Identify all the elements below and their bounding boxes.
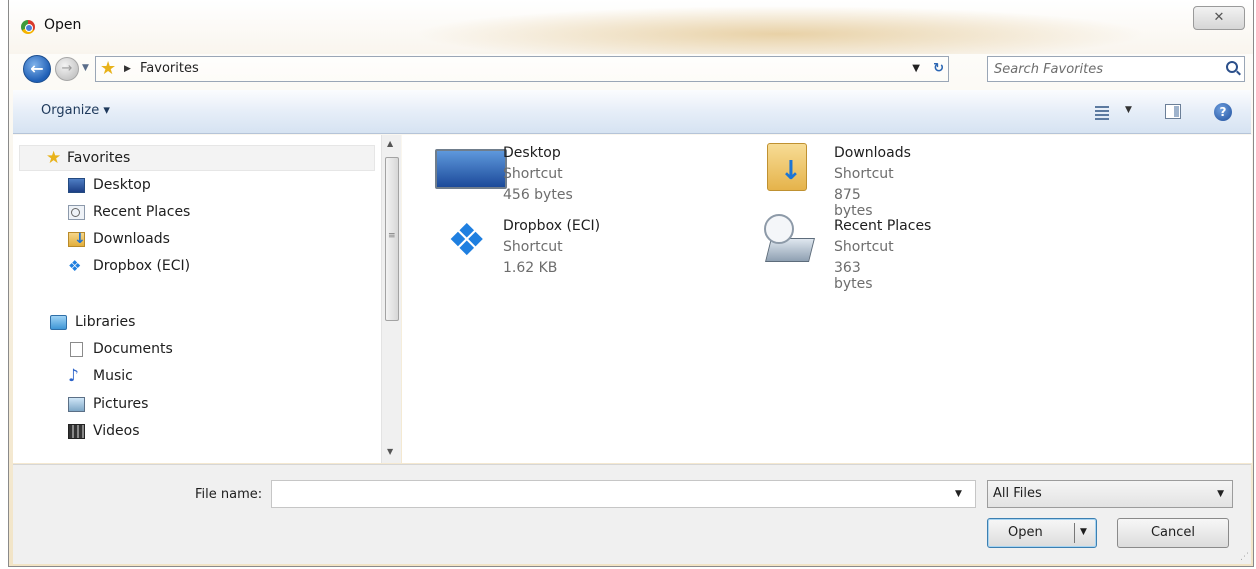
search-icon[interactable] [1226, 61, 1238, 73]
cancel-button[interactable]: Cancel [1117, 518, 1229, 548]
preview-pane-icon[interactable] [1165, 104, 1181, 119]
sidebar-item-dropbox[interactable]: ❖ Dropbox (ECI) [13, 254, 373, 280]
navigation-scrollbar[interactable]: ▲ ≡ ▼ [381, 135, 401, 463]
view-options-dropdown-icon[interactable]: ▼ [1125, 105, 1132, 115]
sidebar-item-documents[interactable]: Documents [13, 337, 373, 363]
split-divider [1074, 523, 1075, 543]
organize-button[interactable]: Organize ▾ [41, 103, 110, 118]
forward-button[interactable]: → [55, 57, 79, 81]
file-name: Downloads [834, 145, 911, 161]
pictures-icon [68, 397, 85, 412]
file-item-recent-places[interactable]: Recent Places Shortcut 363 bytes [402, 208, 931, 292]
recent-locations-dropdown-icon[interactable]: ▼ [82, 63, 89, 73]
change-view-icon[interactable] [1095, 106, 1109, 120]
open-button-label: Open [1008, 525, 1043, 540]
videos-icon [68, 424, 85, 439]
desktop-icon [68, 178, 85, 193]
chevron-down-icon: ▼ [1217, 489, 1224, 499]
dropbox-icon: ❖ [68, 257, 82, 275]
recent-places-icon [764, 214, 815, 266]
file-size: 363 bytes [834, 260, 873, 292]
sidebar-item-favorites[interactable]: ★ Favorites [13, 146, 373, 172]
command-toolbar: Organize ▾ ▼ ? [13, 90, 1251, 134]
sidebar-item-desktop[interactable]: Desktop [13, 173, 373, 199]
sidebar-item-pictures[interactable]: Pictures [13, 392, 373, 418]
file-type-selected: All Files [993, 486, 1042, 501]
favorites-star-icon: ★ [46, 148, 62, 168]
sidebar-item-music[interactable]: ♪ Music [13, 364, 373, 390]
file-name-input[interactable] [271, 480, 976, 508]
sidebar-item-label: Libraries [75, 314, 136, 330]
cancel-button-label: Cancel [1150, 525, 1196, 540]
sidebar-item-label: Pictures [93, 396, 149, 412]
sidebar-item-label: Videos [93, 423, 140, 439]
window-title: Open [44, 17, 82, 33]
scroll-grip-icon: ≡ [388, 231, 396, 241]
sidebar-item-recent-places[interactable]: Recent Places [13, 200, 373, 226]
navigation-bar: ← → ▼ ★ ▶ Favorites ▼ ↻ [9, 54, 1253, 84]
downloads-folder-icon [68, 231, 86, 247]
address-bar[interactable]: ★ ▶ Favorites ▼ ↻ [95, 56, 949, 82]
title-bar: Open ✕ [9, 0, 1253, 54]
help-icon[interactable]: ? [1214, 103, 1232, 121]
sidebar-item-label: Music [93, 368, 133, 384]
sidebar-item-libraries[interactable]: Libraries [13, 310, 373, 336]
file-size: 875 bytes [834, 187, 873, 219]
close-button[interactable]: ✕ [1193, 6, 1245, 30]
resize-grip-icon[interactable]: ⋰ [1240, 552, 1249, 562]
libraries-icon [50, 315, 67, 330]
file-name-label: File name: [195, 487, 263, 502]
breadcrumb-separator-icon[interactable]: ▶ [124, 57, 131, 81]
sidebar-item-label: Desktop [93, 177, 151, 193]
sidebar-item-label: Recent Places [93, 204, 191, 220]
recent-places-icon [68, 205, 85, 220]
search-box[interactable] [987, 56, 1245, 82]
file-item-downloads[interactable]: Downloads Shortcut 875 bytes [402, 135, 911, 219]
file-type: Shortcut [834, 239, 894, 255]
back-button[interactable]: ← [23, 55, 51, 83]
open-button[interactable]: Open ▼ [987, 518, 1097, 548]
navigation-pane: ★ Favorites Desktop Recent Places Downlo… [13, 135, 401, 463]
file-type-select[interactable]: All Files ▼ [987, 480, 1233, 508]
file-name: Recent Places [834, 218, 932, 234]
music-icon: ♪ [68, 366, 79, 386]
file-type: Shortcut [834, 166, 894, 182]
sidebar-item-label: Downloads [93, 231, 170, 247]
sidebar-item-videos[interactable]: Videos [13, 419, 373, 445]
sidebar-item-label: Documents [93, 341, 173, 357]
downloads-folder-icon [767, 143, 807, 191]
chrome-app-icon [21, 20, 35, 34]
favorites-star-icon: ★ [100, 58, 117, 79]
sidebar-item-downloads[interactable]: Downloads [13, 227, 373, 253]
open-options-dropdown-icon[interactable]: ▼ [1080, 527, 1087, 537]
scroll-up-arrow-icon[interactable]: ▲ [387, 139, 393, 148]
file-name-dropdown-icon[interactable]: ▼ [955, 489, 962, 499]
file-list: Desktop Shortcut 456 bytes Downloads Sho… [402, 135, 1252, 463]
clock-icon [764, 214, 794, 244]
open-file-dialog: Open ✕ ← → ▼ ★ ▶ Favorites ▼ ↻ Organize … [8, 0, 1254, 567]
scroll-down-arrow-icon[interactable]: ▼ [387, 447, 393, 456]
refresh-icon[interactable]: ↻ [933, 57, 944, 81]
sidebar-item-label: Dropbox (ECI) [93, 258, 191, 274]
breadcrumb-favorites[interactable]: Favorites [140, 57, 199, 81]
scroll-thumb[interactable]: ≡ [385, 157, 399, 321]
dialog-footer: File name: ▼ All Files ▼ Open ▼ Cancel ⋰ [13, 464, 1251, 564]
address-dropdown-icon[interactable]: ▼ [912, 57, 920, 81]
search-input[interactable] [994, 58, 1214, 80]
sidebar-item-label: Favorites [67, 150, 131, 166]
documents-icon [70, 342, 83, 357]
